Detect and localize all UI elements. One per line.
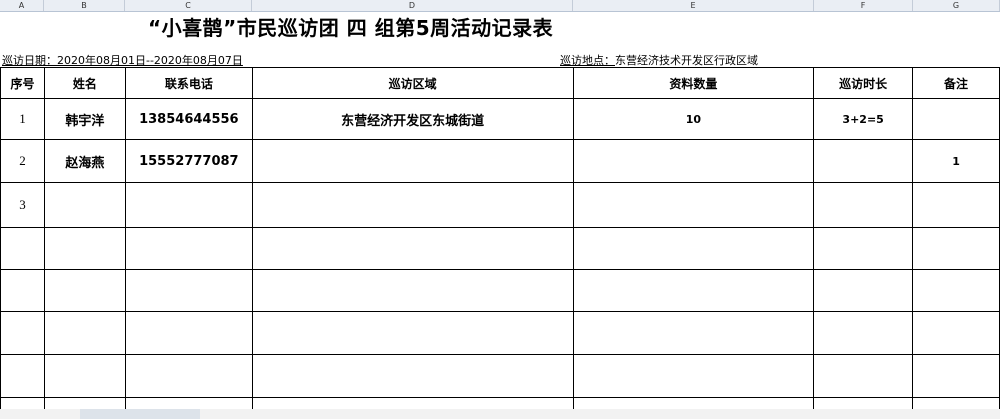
cell-remark[interactable]	[912, 182, 1000, 228]
visit-place-label: 巡访地点：	[560, 54, 615, 67]
cell-area[interactable]	[251, 139, 574, 183]
header-cell-phone[interactable]: 联系电话	[124, 67, 253, 99]
cell-duration[interactable]: 3+2=5	[813, 98, 914, 140]
cell-seq[interactable]	[0, 354, 45, 398]
cell-name[interactable]	[43, 227, 126, 270]
cell-name[interactable]: 韩宇洋	[43, 98, 126, 140]
cell-name[interactable]	[43, 182, 126, 228]
column-header-c[interactable]: C	[125, 0, 252, 11]
header-cell-seq[interactable]: 序号	[0, 67, 45, 99]
cell-remark[interactable]	[912, 98, 1000, 140]
table-row	[0, 311, 1000, 355]
cell-quantity[interactable]	[572, 269, 815, 312]
cell-remark[interactable]	[912, 227, 1000, 270]
cell-area[interactable]	[251, 269, 574, 312]
sheet-title[interactable]: “小喜鹊”市民巡访团 四 组第5周活动记录表	[148, 12, 553, 41]
table-row: 3	[0, 182, 1000, 228]
cell-phone[interactable]: 13854644556	[124, 98, 253, 140]
cell-phone[interactable]	[124, 182, 253, 228]
cell-seq[interactable]: 1	[0, 98, 45, 140]
sheet-tab-bar	[0, 409, 1000, 419]
header-cell-name[interactable]: 姓名	[43, 67, 126, 99]
cell-seq[interactable]	[0, 269, 45, 312]
cell-seq[interactable]: 3	[0, 182, 45, 228]
cell-quantity[interactable]	[572, 354, 815, 398]
visit-date-line[interactable]: 巡访日期：2020年08月01日--2020年08月07日	[2, 52, 243, 68]
cell-phone[interactable]	[124, 227, 253, 270]
cell-name[interactable]	[43, 269, 126, 312]
cell-remark[interactable]: 1	[912, 139, 1000, 183]
sheet-tab[interactable]	[80, 409, 200, 419]
cell-name[interactable]: 赵海燕	[43, 139, 126, 183]
cell-duration[interactable]	[813, 269, 914, 312]
table-row: 2 赵海燕 15552777087 1	[0, 139, 1000, 183]
cell-quantity[interactable]: 10	[572, 98, 815, 140]
cell-phone[interactable]	[124, 354, 253, 398]
column-header-a[interactable]: A	[0, 0, 44, 11]
record-table: 序号 姓名 联系电话 巡访区域 资料数量 巡访时长 备注 1 韩宇洋 13854…	[0, 67, 1000, 418]
cell-remark[interactable]	[912, 354, 1000, 398]
cell-duration[interactable]	[813, 139, 914, 183]
header-cell-duration[interactable]: 巡访时长	[813, 67, 914, 99]
cell-remark[interactable]	[912, 269, 1000, 312]
column-header-g[interactable]: G	[913, 0, 1000, 11]
cell-duration[interactable]	[813, 182, 914, 228]
column-header-e[interactable]: E	[573, 0, 814, 11]
cell-quantity[interactable]	[572, 311, 815, 355]
cell-seq[interactable]	[0, 311, 45, 355]
column-header-bar: A B C D E F G	[0, 0, 1000, 12]
cell-area[interactable]	[251, 311, 574, 355]
cell-area[interactable]	[251, 227, 574, 270]
visit-date-value: 2020年08月01日--2020年08月07日	[57, 54, 243, 67]
cell-phone[interactable]	[124, 269, 253, 312]
cell-phone[interactable]: 15552777087	[124, 139, 253, 183]
cell-area[interactable]	[251, 354, 574, 398]
cell-duration[interactable]	[813, 311, 914, 355]
column-header-b[interactable]: B	[44, 0, 125, 11]
table-row: 1 韩宇洋 13854644556 东营经济开发区东城街道 10 3+2=5	[0, 98, 1000, 140]
visit-place-value: 东营经济技术开发区行政区域	[615, 54, 758, 67]
cell-duration[interactable]	[813, 227, 914, 270]
table-row	[0, 354, 1000, 398]
cell-quantity[interactable]	[572, 227, 815, 270]
visit-place-line[interactable]: 巡访地点：东营经济技术开发区行政区域	[560, 52, 758, 68]
cell-phone[interactable]	[124, 311, 253, 355]
table-row	[0, 227, 1000, 270]
cell-quantity[interactable]	[572, 182, 815, 228]
header-cell-remark[interactable]: 备注	[912, 67, 1000, 99]
cell-name[interactable]	[43, 311, 126, 355]
cell-area[interactable]	[251, 182, 574, 228]
cell-duration[interactable]	[813, 354, 914, 398]
cell-quantity[interactable]	[572, 139, 815, 183]
column-header-d[interactable]: D	[252, 0, 573, 11]
visit-date-label: 巡访日期：	[2, 54, 57, 67]
header-cell-quantity[interactable]: 资料数量	[572, 67, 815, 99]
cell-name[interactable]	[43, 354, 126, 398]
cell-seq[interactable]	[0, 227, 45, 270]
header-cell-area[interactable]: 巡访区域	[251, 67, 574, 99]
cell-area[interactable]: 东营经济开发区东城街道	[251, 98, 574, 140]
table-header-row: 序号 姓名 联系电话 巡访区域 资料数量 巡访时长 备注	[0, 67, 1000, 99]
cell-remark[interactable]	[912, 311, 1000, 355]
cell-seq[interactable]: 2	[0, 139, 45, 183]
table-row	[0, 269, 1000, 312]
column-header-f[interactable]: F	[814, 0, 913, 11]
